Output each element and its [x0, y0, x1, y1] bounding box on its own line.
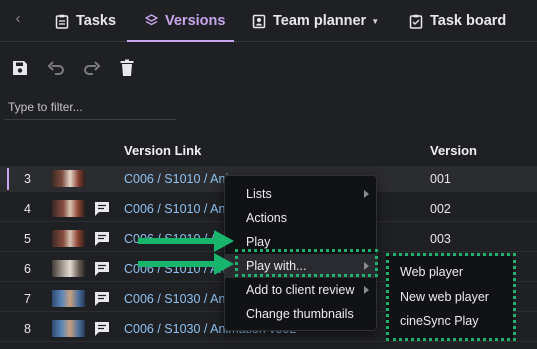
- play-with-highlight-box: [235, 249, 378, 277]
- menu-item-change-thumbnails[interactable]: Change thumbnails: [225, 302, 376, 326]
- version-link[interactable]: C006 / S1030 / Ani: [124, 292, 228, 306]
- chevron-right-icon: [364, 286, 369, 294]
- row-number: 6: [24, 262, 31, 276]
- clipboard-icon: [55, 14, 69, 29]
- menu-item-label: Actions: [246, 211, 287, 225]
- tab-team-planner-label: Team planner: [273, 13, 367, 29]
- board-icon: [409, 14, 423, 29]
- version-link[interactable]: C006 / S1010 / Ani: [124, 202, 228, 216]
- chevron-down-icon[interactable]: ▼: [371, 17, 379, 26]
- version-thumbnail: [52, 320, 85, 337]
- menu-item-label: Add to client review: [246, 283, 355, 297]
- version-number: 002: [430, 202, 451, 216]
- column-header-version-link[interactable]: Version Link: [124, 143, 201, 158]
- row-number: 7: [24, 292, 31, 306]
- undo-icon[interactable]: [46, 58, 66, 78]
- tab-team-planner[interactable]: Team planner ▼: [252, 0, 379, 42]
- annotation-arrow-play-with-head: [214, 253, 234, 275]
- version-thumbnail: [52, 200, 85, 217]
- row-number: 4: [24, 202, 31, 216]
- menu-item-actions[interactable]: Actions: [225, 206, 376, 230]
- tab-tasks[interactable]: Tasks: [55, 0, 116, 42]
- note-icon[interactable]: [93, 230, 111, 248]
- version-thumbnail: [52, 260, 85, 277]
- version-thumbnail: [52, 290, 85, 307]
- tab-task-board[interactable]: Task board: [409, 0, 506, 42]
- row-number: 8: [24, 322, 31, 336]
- annotation-arrow-play: [138, 238, 216, 244]
- chevron-right-icon: [364, 190, 369, 198]
- save-icon[interactable]: [10, 58, 30, 78]
- tab-bar: ‹ Tasks Versions Team planner ▼ Task boa…: [0, 0, 537, 42]
- annotation-arrow-play-head: [214, 230, 234, 252]
- row-number: 3: [24, 172, 31, 186]
- submenu-highlight-box: [386, 253, 516, 341]
- row-number: 5: [24, 232, 31, 246]
- menu-item-add-to-client-review[interactable]: Add to client review: [225, 278, 376, 302]
- filter-input[interactable]: [4, 94, 176, 120]
- note-icon[interactable]: [93, 260, 111, 278]
- version-thumbnail: [52, 230, 85, 247]
- note-icon[interactable]: [93, 320, 111, 338]
- tab-versions[interactable]: Versions: [145, 0, 225, 42]
- tab-versions-label: Versions: [165, 13, 226, 29]
- tab-task-board-label: Task board: [430, 13, 507, 29]
- trash-icon[interactable]: [117, 58, 137, 78]
- menu-item-label: Lists: [246, 187, 272, 201]
- menu-item-lists[interactable]: Lists: [225, 182, 376, 206]
- menu-item-label: Change thumbnails: [246, 307, 354, 321]
- note-icon[interactable]: [93, 290, 111, 308]
- back-chevron-icon[interactable]: ‹: [9, 10, 27, 28]
- version-thumbnail: [52, 170, 85, 187]
- menu-item-label: Play: [246, 235, 271, 249]
- person-badge-icon: [252, 14, 266, 28]
- note-icon[interactable]: [93, 200, 111, 218]
- annotation-arrow-play-with: [138, 261, 216, 267]
- version-number: 003: [430, 232, 451, 246]
- redo-icon[interactable]: [82, 58, 102, 78]
- version-number: 001: [430, 172, 451, 186]
- column-header-version[interactable]: Version: [430, 143, 477, 158]
- tab-tasks-label: Tasks: [76, 13, 117, 29]
- layers-icon: [145, 14, 158, 26]
- active-tab-indicator: [127, 40, 234, 42]
- version-link[interactable]: C006 / S1010 / Ani: [124, 172, 228, 186]
